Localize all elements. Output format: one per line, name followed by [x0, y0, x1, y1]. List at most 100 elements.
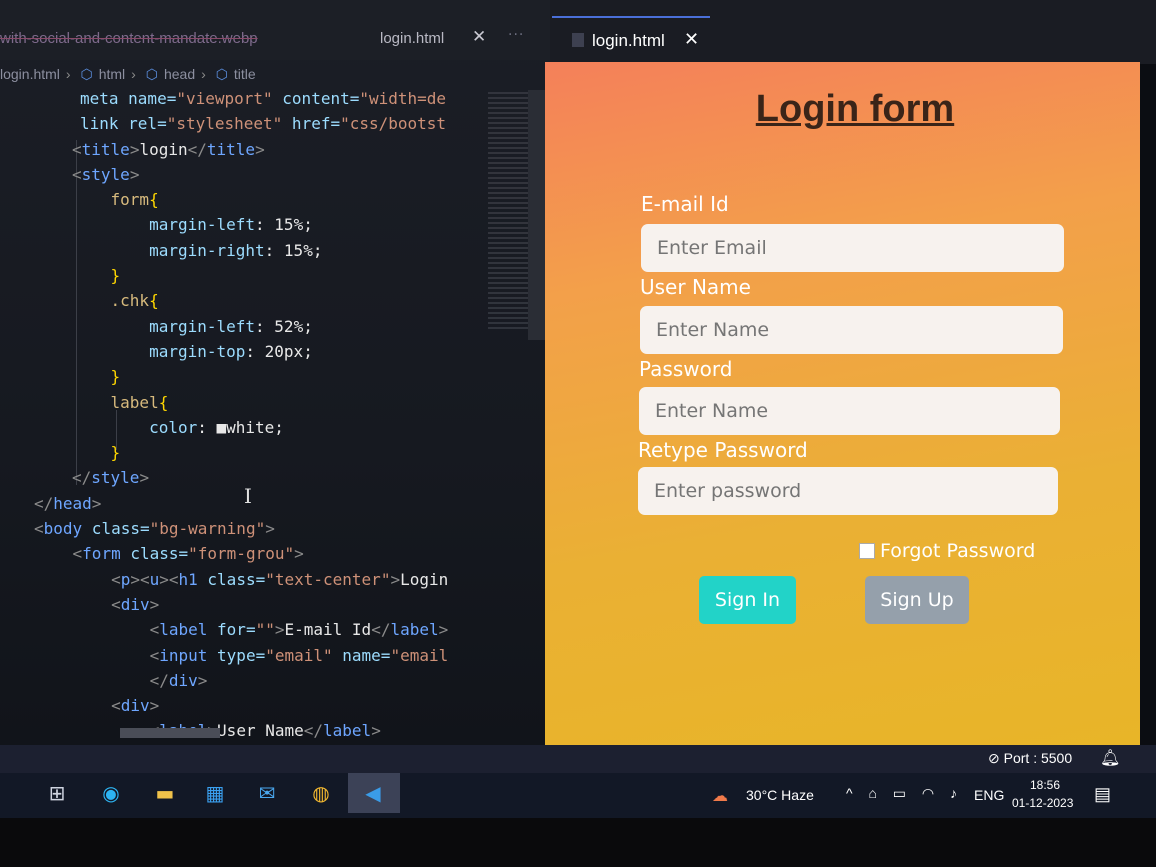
code-token: </ [187, 139, 207, 159]
code-line[interactable]: <p><u><h1 class="text-center">Login [0, 567, 540, 592]
code-token: margin-top [72, 341, 246, 361]
code-editor[interactable]: with-social-and-content-mandate.webp log… [0, 0, 550, 745]
code-token: > [129, 139, 140, 159]
code-line[interactable]: <label>User Name</label> [0, 718, 540, 743]
code-token: : 20px; [245, 341, 313, 361]
code-line[interactable]: } [0, 263, 540, 288]
clock-time[interactable]: 18:56 [1030, 778, 1060, 792]
code-token: </ [34, 493, 54, 513]
code-line[interactable]: <form class="form-grou"> [0, 541, 540, 566]
code-line[interactable]: </style> [0, 465, 540, 490]
code-line[interactable]: <input type="email" name="email [0, 643, 540, 668]
breadcrumb-html[interactable]: html [99, 66, 125, 82]
file-explorer-icon[interactable]: ▬ [148, 778, 182, 808]
horizontal-scrollbar[interactable] [120, 728, 220, 738]
code-token: div [120, 594, 150, 614]
language-indicator[interactable]: ENG [974, 787, 1004, 803]
text-cursor-icon: I [244, 484, 252, 508]
code-token: label [323, 721, 372, 741]
preview-tab-label[interactable]: login.html [592, 31, 665, 51]
code-line[interactable]: margin-left: 15%; [0, 212, 540, 237]
code-line[interactable]: <div> [0, 693, 540, 718]
login-preview: Login form E-mail Id User Name Password … [545, 62, 1140, 745]
forgot-password-option[interactable]: Forgot Password [859, 540, 1035, 562]
more-icon[interactable]: ··· [508, 27, 524, 43]
weather-label[interactable]: 30°C Haze [746, 787, 814, 803]
password-field[interactable] [639, 387, 1060, 435]
sign-up-button[interactable]: Sign Up [865, 576, 969, 624]
breadcrumb: login.html › ⬡ html › ⬡ head › ⬡ title [0, 66, 256, 82]
code-token: < [34, 519, 44, 539]
task-view-icon[interactable]: ⊞ [40, 778, 74, 808]
username-field[interactable] [640, 306, 1063, 354]
code-token: margin-left [72, 215, 256, 235]
code-token: content= [272, 89, 360, 108]
forgot-password-checkbox[interactable] [859, 543, 875, 559]
code-token: "email" [265, 645, 333, 665]
code-line[interactable]: <title>login</title> [0, 137, 540, 162]
retype-password-field[interactable] [638, 467, 1058, 515]
code-token: margin-left [72, 316, 256, 336]
breadcrumb-file[interactable]: login.html [0, 66, 60, 82]
code-line[interactable]: <div> [0, 592, 540, 617]
retype-password-label: Retype Password [638, 438, 808, 462]
code-line[interactable]: margin-top: 20px; [0, 339, 540, 364]
code-line[interactable]: margin-left: 52%; [0, 314, 540, 339]
code-line[interactable]: <label for="">E-mail Id</label> [0, 617, 540, 642]
code-token: link rel= [80, 114, 167, 134]
code-line[interactable]: color: ■white; [0, 415, 540, 440]
clock-date[interactable]: 01-12-2023 [1012, 796, 1073, 810]
port-label: Port : 5500 [1003, 750, 1073, 766]
code-token: Login [400, 569, 449, 589]
close-tab-icon[interactable]: ✕ [472, 27, 486, 47]
minimap[interactable] [488, 92, 528, 332]
code-line[interactable]: link rel="stylesheet" href="css/bootst [0, 111, 540, 136]
email-field[interactable] [641, 224, 1064, 272]
forgot-password-label: Forgot Password [880, 540, 1036, 562]
code-line[interactable]: label{ [0, 390, 540, 415]
edge-browser-icon[interactable]: ◉ [94, 778, 128, 808]
code-line[interactable]: <body class="bg-warning"> [0, 516, 540, 541]
code-line[interactable]: </head> [0, 491, 540, 516]
code-token: </ [371, 620, 391, 640]
code-line[interactable]: margin-right: 15%; [0, 238, 540, 263]
code-area[interactable]: meta name="viewport" content="width=de li… [0, 86, 540, 744]
tab-previous-file[interactable]: with-social-and-content-mandate.webp [0, 30, 258, 47]
code-token: </ [72, 468, 92, 488]
code-line[interactable]: <style> [0, 162, 540, 187]
code-token: : 15%; [255, 215, 313, 235]
code-line[interactable]: meta name="viewport" content="width=de [0, 86, 540, 111]
mail-icon[interactable]: ✉ [250, 778, 284, 808]
port-status[interactable]: ⊘ Port : 5500 [988, 750, 1072, 767]
code-line[interactable]: form{ [0, 187, 540, 212]
chrome-icon[interactable]: ◍ [304, 778, 338, 808]
code-token: style [91, 468, 140, 488]
code-token: > [197, 670, 208, 690]
code-line[interactable]: </div> [0, 668, 540, 693]
code-line[interactable]: .chk{ [0, 288, 540, 313]
code-token: form [82, 544, 121, 564]
vscode-icon[interactable]: ◀ [356, 778, 390, 808]
breadcrumb-head[interactable]: head [164, 66, 195, 82]
notification-bell-icon[interactable]: 🔔︎ [1100, 748, 1120, 767]
email-label: E-mail Id [641, 192, 729, 216]
code-token: > [139, 468, 150, 488]
code-token: : 15%; [264, 240, 323, 260]
code-token: type= [207, 645, 266, 665]
breadcrumb-title[interactable]: title [234, 66, 256, 82]
system-tray-icons[interactable]: ^ ⌂ ▭ ◠ ♪ [846, 785, 963, 802]
notification-center-icon[interactable]: ▤ [1094, 784, 1111, 805]
code-token: meta name= [80, 89, 177, 108]
active-tab-indicator [552, 16, 710, 18]
code-token: color [72, 417, 198, 437]
close-preview-icon[interactable]: ✕ [684, 29, 699, 50]
sign-in-button[interactable]: Sign In [699, 576, 796, 624]
file-icon [572, 33, 584, 47]
tab-login-html[interactable]: login.html [380, 30, 444, 47]
code-token: div [168, 670, 198, 690]
code-line[interactable]: } [0, 440, 540, 465]
cube-icon: ⬡ [215, 66, 228, 82]
store-icon[interactable]: ▦ [198, 778, 232, 808]
code-token: title [81, 139, 130, 159]
code-line[interactable]: } [0, 364, 540, 389]
